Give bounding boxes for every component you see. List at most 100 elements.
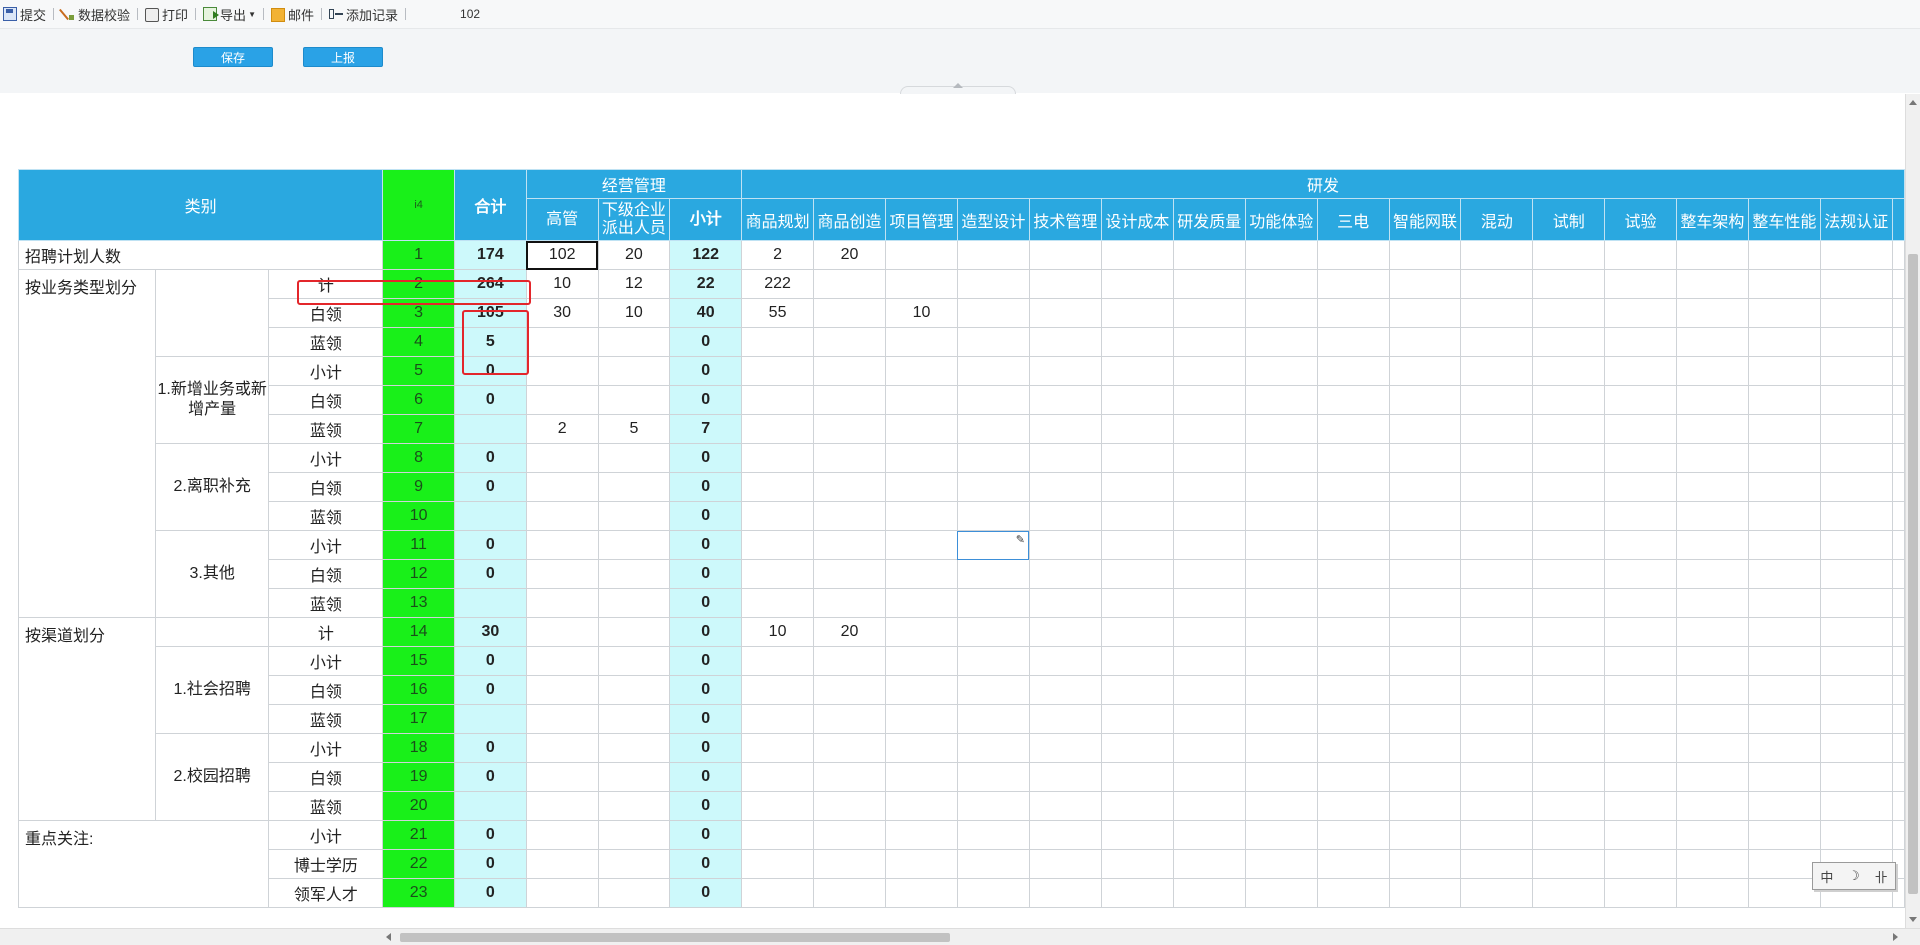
cell-rd[interactable] (1244, 356, 1318, 386)
cell-rd[interactable] (1604, 878, 1677, 908)
cell-rd[interactable] (1388, 733, 1462, 763)
cell-subsidiary-staff[interactable] (597, 559, 671, 589)
cell-rd[interactable] (956, 617, 1030, 647)
cell-rd[interactable] (1388, 501, 1462, 531)
cell-rd[interactable] (1460, 878, 1534, 908)
cell-rd[interactable] (1747, 617, 1821, 647)
cell-rd[interactable] (1675, 501, 1749, 531)
total-cell[interactable] (453, 588, 527, 618)
total-cell[interactable]: 0 (453, 675, 527, 705)
cell-rd[interactable] (956, 385, 1030, 415)
cell-rd[interactable] (1460, 762, 1534, 792)
cell-rd[interactable] (1172, 298, 1246, 328)
cell-rd[interactable] (956, 704, 1030, 734)
cell-rd[interactable] (1100, 820, 1174, 850)
cell-rd[interactable] (1675, 849, 1749, 879)
cell-rd[interactable] (1604, 733, 1677, 763)
cell-rd[interactable] (1172, 820, 1246, 850)
cell-rd[interactable] (1244, 472, 1318, 502)
cell-rd[interactable] (1675, 733, 1749, 763)
cell-rd[interactable] (956, 356, 1030, 386)
cell-senior-mgmt[interactable] (525, 791, 599, 821)
cell-rd[interactable] (1819, 762, 1893, 792)
cell-rd[interactable] (1388, 443, 1462, 473)
cell-rd[interactable] (1747, 414, 1821, 444)
total-cell[interactable]: 105 (453, 298, 527, 328)
cell-senior-mgmt[interactable] (525, 530, 599, 560)
cell-senior-mgmt[interactable] (525, 501, 599, 531)
cell-rd[interactable] (1819, 327, 1893, 357)
cell-rd[interactable] (813, 414, 886, 444)
cell-subsidiary-staff[interactable] (597, 588, 671, 618)
cell-rd[interactable] (885, 472, 958, 502)
cell-rd[interactable] (1172, 849, 1246, 879)
cell-rd[interactable] (885, 878, 958, 908)
cell-rd[interactable] (1604, 240, 1677, 270)
cell-rd[interactable] (1388, 240, 1462, 270)
cell-rd[interactable] (1028, 675, 1102, 705)
cell-rd[interactable] (1172, 501, 1246, 531)
cell-rd[interactable] (1675, 588, 1749, 618)
cell-rd[interactable] (1028, 240, 1102, 270)
cell-rd[interactable] (1316, 356, 1390, 386)
cell-rd[interactable] (956, 472, 1030, 502)
cell-rd[interactable] (1604, 617, 1677, 647)
scroll-up-icon[interactable] (1909, 100, 1917, 105)
cell-senior-mgmt[interactable] (525, 704, 599, 734)
cell-rd[interactable] (885, 414, 958, 444)
cell-rd[interactable] (1675, 443, 1749, 473)
cell-rd[interactable] (1532, 298, 1606, 328)
cell-rd[interactable] (1388, 385, 1462, 415)
cell-rd[interactable] (741, 762, 815, 792)
total-cell[interactable] (453, 501, 527, 531)
cell-rd[interactable] (1028, 443, 1102, 473)
total-cell[interactable]: 264 (453, 269, 527, 299)
cell-rd[interactable] (1244, 240, 1318, 270)
cell-rd[interactable] (1747, 704, 1821, 734)
submit-button[interactable]: 提交 (0, 0, 49, 28)
cell-rd[interactable] (1172, 675, 1246, 705)
cell-rd[interactable] (1604, 327, 1677, 357)
cell-rd[interactable] (885, 675, 958, 705)
cell-rd[interactable] (1316, 704, 1390, 734)
cell-rd[interactable] (1460, 356, 1534, 386)
cell-rd[interactable] (1316, 878, 1390, 908)
cell-rd[interactable] (1172, 327, 1246, 357)
cell-rd[interactable] (956, 762, 1030, 792)
cell-rd[interactable] (1316, 530, 1390, 560)
cell-rd[interactable] (1100, 617, 1174, 647)
cell-rd[interactable] (1100, 559, 1174, 589)
cell-rd[interactable] (1244, 414, 1318, 444)
cell-rd[interactable] (1172, 646, 1246, 676)
cell-rd[interactable] (1460, 269, 1534, 299)
cell-rd[interactable] (1244, 849, 1318, 879)
cell-rd[interactable] (1388, 878, 1462, 908)
ime-toolbar[interactable]: 中 ☽ 卝 (1812, 862, 1896, 890)
cell-rd[interactable] (1028, 356, 1102, 386)
total-cell[interactable]: 0 (453, 733, 527, 763)
cell-subsidiary-staff[interactable] (597, 530, 671, 560)
cell-rd[interactable] (1532, 878, 1606, 908)
cell-rd[interactable] (1244, 559, 1318, 589)
cell-rd[interactable] (1532, 617, 1606, 647)
total-cell[interactable]: 0 (453, 472, 527, 502)
cell-rd[interactable] (1604, 414, 1677, 444)
cell-rd[interactable] (1316, 733, 1390, 763)
cell-subsidiary-staff[interactable]: 10 (597, 298, 671, 328)
total-cell[interactable]: 0 (453, 878, 527, 908)
cell-rd[interactable] (1100, 385, 1174, 415)
cell-subsidiary-staff[interactable] (597, 820, 671, 850)
cell-rd[interactable] (1316, 269, 1390, 299)
cell-rd[interactable] (813, 704, 886, 734)
cell-rd[interactable] (1460, 530, 1534, 560)
cell-rd[interactable] (1604, 849, 1677, 879)
cell-rd[interactable] (1388, 762, 1462, 792)
cell-rd[interactable]: ✎ (956, 530, 1030, 560)
cell-subsidiary-staff[interactable] (597, 443, 671, 473)
cell-rd[interactable] (1172, 588, 1246, 618)
cell-rd[interactable] (1244, 298, 1318, 328)
cell-senior-mgmt[interactable]: 30 (525, 298, 599, 328)
cell-rd[interactable] (1316, 849, 1390, 879)
cell-rd[interactable]: 10 (885, 298, 958, 328)
cell-rd[interactable] (1388, 820, 1462, 850)
